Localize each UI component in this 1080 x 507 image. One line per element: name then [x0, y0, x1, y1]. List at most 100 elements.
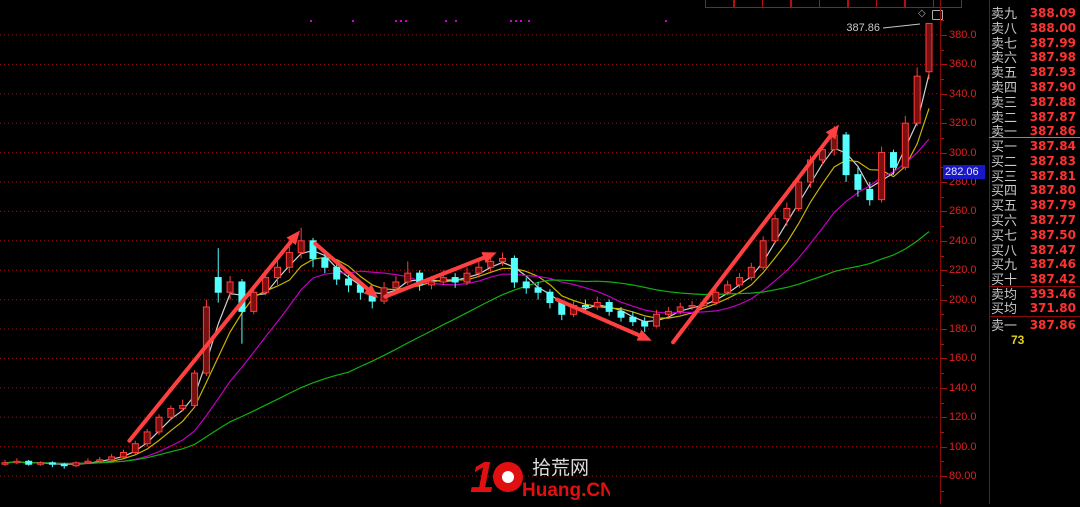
candle-up: [653, 313, 661, 327]
event-marker: [665, 20, 667, 22]
candle-up: [901, 122, 909, 168]
candle-up: [1, 462, 9, 465]
candle-up: [404, 272, 412, 283]
order-level-label: 卖均: [991, 287, 1018, 302]
candle-down: [581, 304, 589, 308]
order-level-label: 买八: [991, 242, 1018, 258]
order-level-label: 买二: [991, 153, 1018, 169]
y-tick-label: 80.00: [949, 470, 977, 482]
y-minor-tick: [941, 373, 944, 375]
event-marker: [400, 20, 402, 22]
order-level-label: 卖四: [991, 80, 1018, 95]
avg-ask-row: 卖均 393.46: [991, 287, 1080, 302]
candle-up: [179, 404, 187, 409]
svg-text:1: 1: [470, 453, 494, 502]
candle-down: [605, 302, 613, 312]
candle-up: [250, 291, 258, 312]
candle-down: [641, 321, 649, 327]
order-level-label: 买均: [991, 301, 1018, 316]
candle-up: [427, 281, 435, 286]
event-marker: [445, 20, 447, 22]
order-level-label: 卖五: [991, 65, 1018, 81]
event-marker: [455, 20, 457, 22]
order-price: 387.46: [1029, 257, 1076, 272]
order-price: 393.46: [1029, 287, 1076, 301]
bid-row: 买八 387.47: [991, 243, 1080, 258]
y-tick: [941, 240, 947, 242]
candle-up: [191, 372, 199, 406]
y-tick: [941, 35, 947, 36]
event-marker: [510, 20, 512, 22]
candle-up: [155, 416, 163, 433]
order-price: 371.80: [1029, 301, 1076, 315]
y-minor-tick: [941, 20, 944, 22]
event-marker: [395, 20, 397, 22]
event-marker: [515, 20, 517, 22]
y-tick: [941, 476, 947, 477]
order-price: 387.83: [1029, 153, 1076, 168]
bid-row: 买三 387.81: [991, 169, 1080, 184]
candle-up: [119, 451, 127, 458]
y-tick-label: 360.0: [949, 58, 977, 71]
order-level-label: 卖九: [991, 6, 1018, 21]
order-level-label: 卖七: [991, 35, 1018, 51]
ask-row: 卖六 387.98: [991, 50, 1080, 65]
candle-up: [664, 310, 672, 315]
candle-up: [759, 240, 767, 268]
last-price-label: 387.86: [846, 22, 880, 34]
y-tick-label: 380.0: [949, 29, 977, 41]
bid-row: 买一 387.84: [991, 139, 1080, 154]
svg-text:拾荒网: 拾荒网: [532, 457, 589, 479]
candle-up: [878, 152, 886, 201]
order-price: 387.84: [1029, 139, 1076, 153]
y-tick: [941, 387, 947, 389]
candle-down: [321, 257, 329, 268]
candle-up: [925, 22, 933, 73]
order-level-label: 买十: [991, 272, 1018, 288]
candle-up: [297, 240, 305, 254]
y-tick: [941, 417, 947, 419]
y-tick-label: 140.0: [949, 381, 977, 394]
order-price: 387.88: [1029, 94, 1076, 109]
y-tick: [941, 211, 947, 213]
candle-up: [84, 460, 92, 464]
y-tick: [941, 152, 947, 154]
order-level-label: 买九: [991, 257, 1018, 273]
y-tick-label: 300.0: [949, 146, 977, 159]
candle-up: [285, 252, 293, 268]
candle-down: [48, 462, 56, 465]
candle-up: [735, 277, 743, 286]
candle-down: [534, 287, 542, 293]
candle-up: [747, 266, 755, 279]
divider: [989, 316, 1080, 317]
order-level-label: 买一: [991, 139, 1018, 154]
candle-down: [333, 266, 341, 280]
diamond-icon[interactable]: ◇: [918, 8, 926, 19]
candle-down: [889, 152, 897, 168]
candle-up: [131, 443, 139, 453]
ask-row: 卖四 387.90: [991, 80, 1080, 95]
current-price-box: 282.06: [943, 165, 985, 179]
last-price-pointer: [882, 23, 921, 29]
order-level-label: 卖一: [991, 318, 1018, 333]
event-marker: [520, 20, 522, 22]
order-book-panel: 卖九 388.09 卖八 388.00 卖七 387.99 卖六 387.98 卖五 387.93…: [989, 0, 1080, 504]
y-tick: [941, 358, 947, 360]
candle-up: [499, 257, 507, 262]
order-price: 387.86: [1029, 318, 1076, 332]
candle-up: [143, 431, 151, 445]
y-minor-tick: [941, 461, 944, 463]
event-marker: [352, 20, 354, 22]
order-level-label: 卖二: [991, 109, 1018, 125]
y-tick-label: 240.0: [949, 234, 977, 247]
order-level-label: 卖八: [991, 20, 1018, 36]
candle-up: [475, 266, 483, 274]
bid-row: 买五 387.79: [991, 198, 1080, 213]
avg-bid-row: 买均 371.80: [991, 301, 1080, 316]
candle-up: [13, 460, 21, 464]
y-minor-tick: [941, 255, 944, 257]
candle-up: [108, 456, 116, 461]
y-minor-tick: [941, 137, 944, 139]
y-minor-tick: [941, 108, 944, 110]
order-price: 387.77: [1029, 213, 1076, 227]
